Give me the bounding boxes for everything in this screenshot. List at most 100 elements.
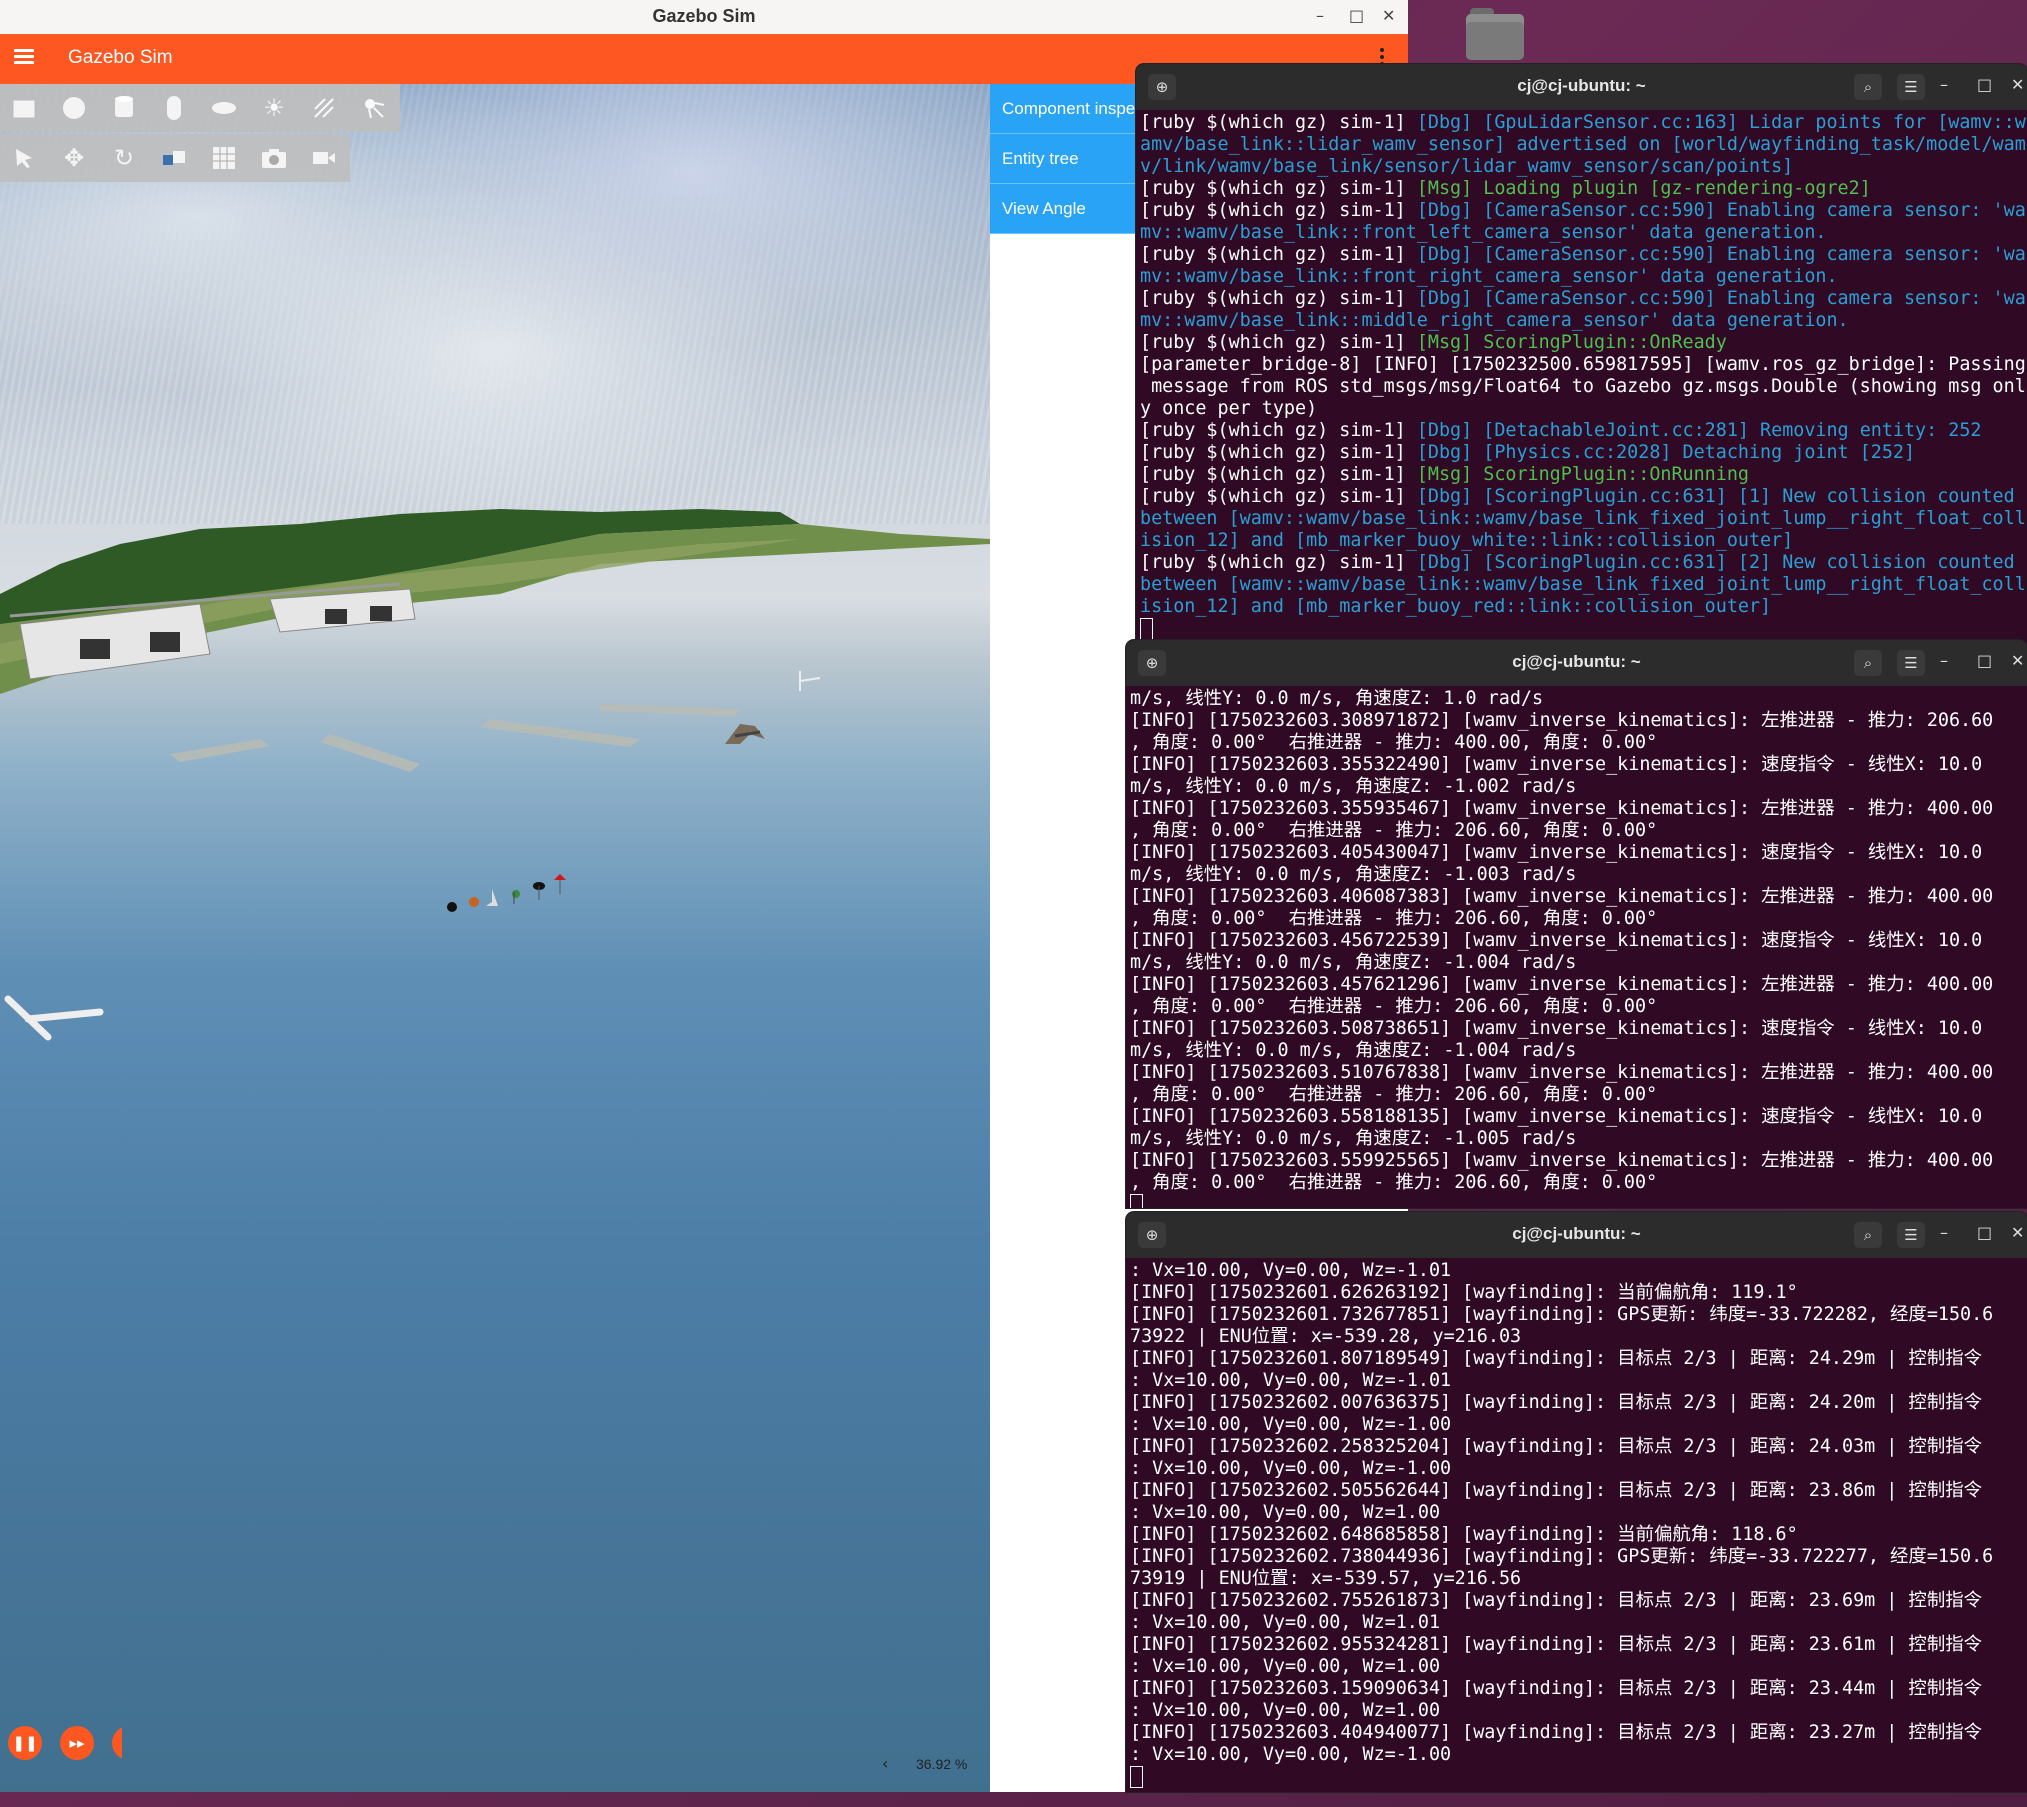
step-forward-button[interactable]: ▸▸ — [60, 1726, 94, 1760]
terminal-line: amv/base_link::lidar_wamv_sensor] advert… — [1140, 134, 2026, 156]
log-segment: [ruby $(which gz) sim-1] — [1140, 112, 1417, 133]
terminal-line: [INFO] [1750232603.404940077] [wayfindin… — [1130, 1722, 2023, 1744]
log-segment: [Dbg] [Physics.cc:2028] Detaching joint … — [1416, 442, 1916, 463]
rotate-icon[interactable]: ↻ — [110, 144, 138, 172]
more-controls-button[interactable] — [112, 1726, 122, 1760]
terminal-line: mv::wamv/base_link::front_right_camera_s… — [1140, 266, 2023, 288]
terminal-line: , 角度: 0.00° 右推进器 - 推力: 206.60, 角度: 0.00° — [1130, 1172, 2023, 1194]
grid-icon[interactable] — [210, 144, 238, 172]
terminal-line: [parameter_bridge-8] [INFO] [1750232500.… — [1140, 354, 2026, 376]
terminal-line: [ruby $(which gz) sim-1] [Dbg] [CameraSe… — [1140, 200, 2026, 222]
log-segment: y once per type) — [1140, 398, 1318, 419]
directional-light-icon[interactable] — [310, 94, 338, 122]
sun-icon[interactable]: ☀ — [260, 94, 288, 122]
terminal-line: m/s, 线性Y: 0.0 m/s, 角速度Z: -1.003 rad/s — [1130, 864, 2023, 886]
log-segment: : Vx=10.00, Vy=0.00, Wz=-1.00 — [1130, 1414, 1452, 1435]
terminal-line: m/s, 线性Y: 0.0 m/s, 角速度Z: -1.004 rad/s — [1130, 952, 2023, 974]
ellipsoid-icon[interactable] — [210, 94, 238, 122]
log-segment: 73919 | ENU位置: x=-539.57, y=216.56 — [1130, 1568, 1522, 1589]
search-icon[interactable]: ⌕ — [1854, 74, 1882, 100]
search-icon[interactable]: ⌕ — [1854, 650, 1882, 676]
log-segment: : Vx=10.00, Vy=0.00, Wz=1.00 — [1130, 1502, 1441, 1523]
terminal-window-1[interactable]: ⊕ cj@cj-ubuntu: ~ ⌕ ☰ – □ ✕ [ruby $(whic… — [1136, 64, 2027, 644]
terminal-prompt[interactable] — [1130, 1194, 2023, 1208]
box-icon[interactable] — [10, 94, 38, 122]
terminal-line: [INFO] [1750232602.738044936] [wayfindin… — [1130, 1546, 2023, 1568]
log-segment: [ruby $(which gz) sim-1] — [1140, 178, 1417, 199]
terminal-line: [INFO] [1750232603.559925565] [wamv_inve… — [1130, 1150, 2023, 1172]
log-segment: , 角度: 0.00° 右推进器 - 推力: 206.60, 角度: 0.00° — [1130, 820, 1658, 841]
maximize-icon[interactable]: □ — [1977, 1223, 1992, 1242]
terminal-window-2[interactable]: ⊕ cj@cj-ubuntu: ~ ⌕ ☰ – □ ✕ m/s, 线性Y: 0.… — [1126, 640, 2027, 1208]
terminal-prompt[interactable] — [1140, 618, 2023, 640]
menu-icon[interactable]: ☰ — [1897, 650, 1925, 676]
terminal-line: [INFO] [1750232602.258325204] [wayfindin… — [1130, 1436, 2023, 1458]
close-icon[interactable]: ✕ — [2011, 75, 2024, 94]
folder-body — [1466, 14, 1524, 60]
log-segment: [INFO] [1750232601.807189549] [wayfindin… — [1130, 1348, 1982, 1369]
translate-icon[interactable]: ✥ — [60, 144, 88, 172]
shoreline-scene — [0, 509, 990, 772]
terminal-line: , 角度: 0.00° 右推进器 - 推力: 206.60, 角度: 0.00° — [1130, 1084, 2023, 1106]
log-segment: [INFO] [1750232603.508738651] [wamv_inve… — [1130, 1018, 1983, 1039]
camera-icon[interactable] — [260, 144, 288, 172]
terminal-prompt[interactable] — [1130, 1766, 2023, 1788]
log-segment: [INFO] [1750232603.404940077] [wayfindin… — [1130, 1722, 1982, 1743]
maximize-icon[interactable]: □ — [1977, 75, 1992, 94]
log-segment: [INFO] [1750232603.355322490] [wamv_inve… — [1130, 754, 1983, 775]
terminal-output: [ruby $(which gz) sim-1] [Dbg] [GpuLidar… — [1136, 110, 2027, 644]
spot-light-icon[interactable] — [360, 94, 388, 122]
video-icon[interactable] — [310, 144, 338, 172]
scene-3d-view[interactable]: ❚❚ ▸▸ ‹ 36.92 % — [0, 84, 990, 1792]
close-icon[interactable]: ✕ — [2011, 651, 2024, 670]
log-segment: m/s, 线性Y: 0.0 m/s, 角速度Z: -1.003 rad/s — [1130, 864, 1577, 885]
log-segment: , 角度: 0.00° 右推进器 - 推力: 206.60, 角度: 0.00° — [1130, 1084, 1658, 1105]
terminal-line: between [wamv::wamv/base_link::wamv/base… — [1140, 574, 2026, 596]
close-icon[interactable]: ✕ — [1382, 6, 1395, 25]
terminal-line: [INFO] [1750232603.558188135] [wamv_inve… — [1130, 1106, 2023, 1128]
cylinder-icon[interactable] — [110, 94, 138, 122]
minimize-icon[interactable]: – — [1316, 6, 1324, 25]
minimize-icon[interactable]: – — [1940, 651, 1948, 670]
maximize-icon[interactable]: □ — [1977, 651, 1992, 670]
log-segment: [INFO] [1750232602.007636375] [wayfindin… — [1130, 1392, 1982, 1413]
log-segment: : Vx=10.00, Vy=0.00, Wz=1.00 — [1130, 1656, 1441, 1677]
terminal-line: [ruby $(which gz) sim-1] [Dbg] [Detachab… — [1140, 420, 2023, 442]
close-icon[interactable]: ✕ — [2011, 1223, 2024, 1242]
crosshair-marker — [799, 671, 821, 691]
terminal-window-3[interactable]: ⊕ cj@cj-ubuntu: ~ ⌕ ☰ – □ ✕ : Vx=10.00, … — [1126, 1212, 2027, 1792]
terminal-line: m/s, 线性Y: 0.0 m/s, 角速度Z: -1.004 rad/s — [1130, 1040, 2023, 1062]
terminal-line: , 角度: 0.00° 右推进器 - 推力: 400.00, 角度: 0.00° — [1130, 732, 2023, 754]
select-icon[interactable] — [10, 144, 38, 172]
log-segment: [Dbg] [CameraSensor.cc:590] Enabling cam… — [1416, 200, 2026, 221]
minimize-icon[interactable]: – — [1940, 1223, 1948, 1242]
terminal-title: cj@cj-ubuntu: ~ — [1512, 1224, 1641, 1243]
log-segment: [ruby $(which gz) sim-1] — [1140, 420, 1417, 441]
menu-icon[interactable]: ☰ — [1897, 1222, 1925, 1248]
log-segment: [INFO] [1750232603.510767838] [wamv_inve… — [1130, 1062, 1994, 1083]
maximize-icon[interactable]: □ — [1349, 6, 1364, 25]
chevron-left-icon[interactable]: ‹ — [882, 1754, 888, 1773]
hamburger-menu-icon[interactable] — [14, 46, 34, 67]
terminal-line: message from ROS std_msgs/msg/Float64 to… — [1140, 376, 2026, 398]
menu-icon[interactable]: ☰ — [1897, 74, 1925, 100]
search-icon[interactable]: ⌕ — [1854, 1222, 1882, 1248]
pause-button[interactable]: ❚❚ — [8, 1726, 42, 1760]
terminal-line: m/s, 线性Y: 0.0 m/s, 角速度Z: -1.002 rad/s — [1130, 776, 2023, 798]
terminal-line: [INFO] [1750232602.007636375] [wayfindin… — [1130, 1392, 2023, 1414]
snap-icon[interactable] — [160, 144, 188, 172]
transform-toolbar: ✥ ↻ — [0, 134, 350, 182]
gazebo-titlebar: Gazebo Sim – □ ✕ — [0, 0, 1408, 35]
log-segment: amv/base_link::lidar_wamv_sensor] advert… — [1140, 134, 2026, 155]
log-segment: [INFO] [1750232602.738044936] [wayfindin… — [1130, 1546, 1994, 1567]
shape-toolbar: ☀ — [0, 84, 400, 132]
folder-icon[interactable] — [1466, 8, 1524, 60]
capsule-icon[interactable] — [160, 94, 188, 122]
minimize-icon[interactable]: – — [1940, 75, 1948, 94]
terminal-line: , 角度: 0.00° 右推进器 - 推力: 206.60, 角度: 0.00° — [1130, 820, 2023, 842]
log-segment: : Vx=10.00, Vy=0.00, Wz=-1.00 — [1130, 1458, 1452, 1479]
log-segment: m/s, 线性Y: 0.0 m/s, 角速度Z: -1.005 rad/s — [1130, 1128, 1577, 1149]
sphere-icon[interactable] — [60, 94, 88, 122]
terminal-line: , 角度: 0.00° 右推进器 - 推力: 206.60, 角度: 0.00° — [1130, 908, 2023, 930]
terminal-line: : Vx=10.00, Vy=0.00, Wz=-1.01 — [1130, 1370, 2023, 1392]
